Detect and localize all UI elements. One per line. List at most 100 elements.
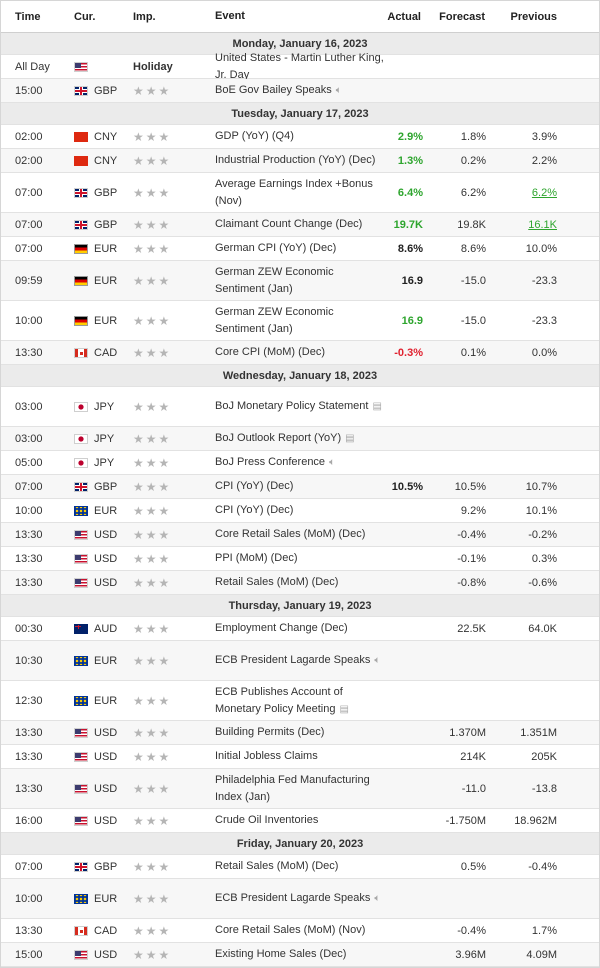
table-row[interactable]: 13:30 USD ★★★ Initial Jobless Claims 214K 205…	[1, 745, 599, 769]
event-name[interactable]: German ZEW Economic Sentiment (Jan)	[215, 301, 384, 340]
event-name[interactable]: Industrial Production (YoY) (Dec)	[215, 149, 384, 172]
event-name-text[interactable]: CPI (YoY) (Dec)	[215, 504, 293, 516]
event-name[interactable]: Core Retail Sales (MoM) (Dec)	[215, 523, 384, 546]
table-row[interactable]: 03:00 JPY ★★★ BoJ Monetary Policy Statement…	[1, 387, 599, 427]
table-row[interactable]: 13:30 USD ★★★ Retail Sales (MoM) (Dec) -0.8%…	[1, 571, 599, 595]
document-icon[interactable]: ▤	[372, 401, 381, 412]
event-name-text[interactable]: Average Earnings Index +Bonus (Nov)	[215, 178, 373, 207]
speaker-icon[interactable]: 🔈︎	[374, 655, 380, 666]
event-name-text[interactable]: Crude Oil Inventories	[215, 814, 318, 826]
event-name[interactable]: Initial Jobless Claims	[215, 745, 384, 768]
event-name-text[interactable]: Core Retail Sales (MoM) (Nov)	[215, 924, 365, 936]
table-row[interactable]: 10:00 EUR ★★★ ECB President Lagarde Speaks 🔈…	[1, 879, 599, 919]
table-row[interactable]: 15:00 GBP ★★★ BoE Gov Bailey Speaks 🔈︎	[1, 79, 599, 103]
event-name-text[interactable]: ECB President Lagarde Speaks	[215, 654, 370, 666]
event-name-text[interactable]: BoJ Outlook Report (YoY)	[215, 432, 341, 444]
event-name-text[interactable]: Claimant Count Change (Dec)	[215, 218, 362, 230]
event-name-text[interactable]: GDP (YoY) (Q4)	[215, 130, 294, 142]
table-row[interactable]: 12:30 EUR ★★★ ECB Publishes Account of Mone…	[1, 681, 599, 721]
table-row[interactable]: 07:00 EUR ★★★ German CPI (YoY) (Dec) 8.6% 8.6…	[1, 237, 599, 261]
table-row[interactable]: 07:00 GBP ★★★ CPI (YoY) (Dec) 10.5% 10.5% 10.7…	[1, 475, 599, 499]
event-name-text[interactable]: Philadelphia Fed Manufacturing Index (Ja…	[215, 774, 370, 803]
table-row[interactable]: 05:00 JPY ★★★ BoJ Press Conference 🔈︎	[1, 451, 599, 475]
table-row[interactable]: 16:00 USD ★★★ Crude Oil Inventories -1.750M 1…	[1, 809, 599, 833]
table-row[interactable]: 13:30 USD ★★★ Core Retail Sales (MoM) (Dec)…	[1, 523, 599, 547]
speaker-icon[interactable]: 🔈︎	[329, 457, 335, 468]
event-name-text[interactable]: BoE Gov Bailey Speaks	[215, 84, 332, 96]
event-name[interactable]: Philadelphia Fed Manufacturing Index (Ja…	[215, 769, 384, 808]
event-name[interactable]: Core CPI (MoM) (Dec)	[215, 341, 384, 364]
event-name[interactable]: Existing Home Sales (Dec)	[215, 943, 384, 966]
event-name-text[interactable]: Core CPI (MoM) (Dec)	[215, 346, 325, 358]
table-row[interactable]: 02:00 CNY ★★★ Industrial Production (YoY) (…	[1, 149, 599, 173]
event-name-text[interactable]: Industrial Production (YoY) (Dec)	[215, 154, 375, 166]
event-name-text[interactable]: Building Permits (Dec)	[215, 726, 324, 738]
event-name[interactable]: CPI (YoY) (Dec)	[215, 475, 384, 498]
col-header-currency[interactable]: Cur.	[74, 1, 95, 32]
speaker-icon[interactable]: 🔈︎	[374, 893, 380, 904]
document-icon[interactable]: ▤	[339, 704, 348, 715]
event-name[interactable]: Retail Sales (MoM) (Dec)	[215, 571, 384, 594]
event-name[interactable]: BoJ Monetary Policy Statement ▤	[215, 387, 384, 426]
event-name[interactable]: GDP (YoY) (Q4)	[215, 125, 384, 148]
event-name[interactable]: BoE Gov Bailey Speaks 🔈︎	[215, 79, 384, 102]
table-row[interactable]: 02:00 CNY ★★★ GDP (YoY) (Q4) 2.9% 1.8% 3.9%	[1, 125, 599, 149]
event-name[interactable]: Core Retail Sales (MoM) (Nov)	[215, 919, 384, 942]
event-name-text[interactable]: Employment Change (Dec)	[215, 622, 348, 634]
event-name[interactable]: United States - Martin Luther King, Jr. …	[215, 52, 384, 81]
event-name[interactable]: ECB President Lagarde Speaks 🔈︎	[215, 879, 384, 918]
event-name[interactable]: BoJ Press Conference 🔈︎	[215, 451, 384, 474]
col-header-forecast[interactable]: Forecast	[439, 1, 485, 32]
event-name-text[interactable]: CPI (YoY) (Dec)	[215, 480, 293, 492]
table-row[interactable]: 13:30 USD ★★★ Philadelphia Fed Manufacturin…	[1, 769, 599, 809]
event-name[interactable]: BoJ Outlook Report (YoY) ▤	[215, 427, 384, 450]
table-row[interactable]: 13:30 CAD ★★★ Core CPI (MoM) (Dec) -0.3% 0.1%…	[1, 341, 599, 365]
event-name-text[interactable]: United States - Martin Luther King, Jr. …	[215, 52, 384, 81]
col-header-actual[interactable]: Actual	[387, 1, 421, 32]
table-row[interactable]: 07:00 GBP ★★★ Claimant Count Change (Dec) 19…	[1, 213, 599, 237]
event-name-text[interactable]: BoJ Press Conference	[215, 456, 325, 468]
table-row[interactable]: 10:00 EUR ★★★ German ZEW Economic Sentiment…	[1, 301, 599, 341]
event-name[interactable]: Employment Change (Dec)	[215, 617, 384, 640]
table-row[interactable]: 07:00 GBP ★★★ Retail Sales (MoM) (Dec) 0.5% -…	[1, 855, 599, 879]
table-row[interactable]: 15:00 USD ★★★ Existing Home Sales (Dec) 3.96…	[1, 943, 599, 967]
table-row[interactable]: 13:30 USD ★★★ Building Permits (Dec) 1.370M 1…	[1, 721, 599, 745]
document-icon[interactable]: ▤	[345, 433, 354, 444]
col-header-previous[interactable]: Previous	[511, 1, 557, 32]
event-name-text[interactable]: PPI (MoM) (Dec)	[215, 552, 298, 564]
event-name-text[interactable]: Retail Sales (MoM) (Dec)	[215, 576, 338, 588]
event-name[interactable]: German ZEW Economic Sentiment (Jan)	[215, 261, 384, 300]
event-name-text[interactable]: Existing Home Sales (Dec)	[215, 948, 346, 960]
event-name-text[interactable]: German ZEW Economic Sentiment (Jan)	[215, 266, 334, 295]
col-header-event[interactable]: Event	[215, 1, 384, 32]
table-row[interactable]: 00:30 AUD ★★★ Employment Change (Dec) 22.5K 6…	[1, 617, 599, 641]
event-name-text[interactable]: ECB Publishes Account of Monetary Policy…	[215, 686, 343, 715]
event-name-text[interactable]: German ZEW Economic Sentiment (Jan)	[215, 306, 334, 335]
event-name[interactable]: Average Earnings Index +Bonus (Nov)	[215, 173, 384, 212]
event-name[interactable]: Claimant Count Change (Dec)	[215, 213, 384, 236]
event-name[interactable]: Crude Oil Inventories	[215, 809, 384, 832]
event-name[interactable]: CPI (YoY) (Dec)	[215, 499, 384, 522]
table-row[interactable]: 10:00 EUR ★★★ CPI (YoY) (Dec) 9.2% 10.1%	[1, 499, 599, 523]
col-header-importance[interactable]: Imp.	[133, 1, 156, 32]
event-name[interactable]: PPI (MoM) (Dec)	[215, 547, 384, 570]
event-name-text[interactable]: ECB President Lagarde Speaks	[215, 892, 370, 904]
event-name[interactable]: Building Permits (Dec)	[215, 721, 384, 744]
event-name-text[interactable]: Retail Sales (MoM) (Dec)	[215, 860, 338, 872]
event-name[interactable]: ECB Publishes Account of Monetary Policy…	[215, 681, 384, 720]
table-row[interactable]: All Day Holiday United States - Martin Lut…	[1, 52, 599, 81]
event-name-text[interactable]: Core Retail Sales (MoM) (Dec)	[215, 528, 365, 540]
table-row[interactable]: 10:30 EUR ★★★ ECB President Lagarde Speaks 🔈…	[1, 641, 599, 681]
event-name[interactable]: German CPI (YoY) (Dec)	[215, 237, 384, 260]
event-name-text[interactable]: Initial Jobless Claims	[215, 750, 318, 762]
col-header-time[interactable]: Time	[15, 1, 40, 32]
event-name-text[interactable]: German CPI (YoY) (Dec)	[215, 242, 336, 254]
speaker-icon[interactable]: 🔈︎	[336, 85, 342, 96]
table-row[interactable]: 09:59 EUR ★★★ German ZEW Economic Sentiment…	[1, 261, 599, 301]
event-name[interactable]: Retail Sales (MoM) (Dec)	[215, 855, 384, 878]
table-row[interactable]: 13:30 USD ★★★ PPI (MoM) (Dec) -0.1% 0.3%	[1, 547, 599, 571]
event-name-text[interactable]: BoJ Monetary Policy Statement	[215, 400, 368, 412]
table-row[interactable]: 13:30 CAD ★★★ Core Retail Sales (MoM) (Nov)…	[1, 919, 599, 943]
table-row[interactable]: 03:00 JPY ★★★ BoJ Outlook Report (YoY) ▤	[1, 427, 599, 451]
event-name[interactable]: ECB President Lagarde Speaks 🔈︎	[215, 641, 384, 680]
